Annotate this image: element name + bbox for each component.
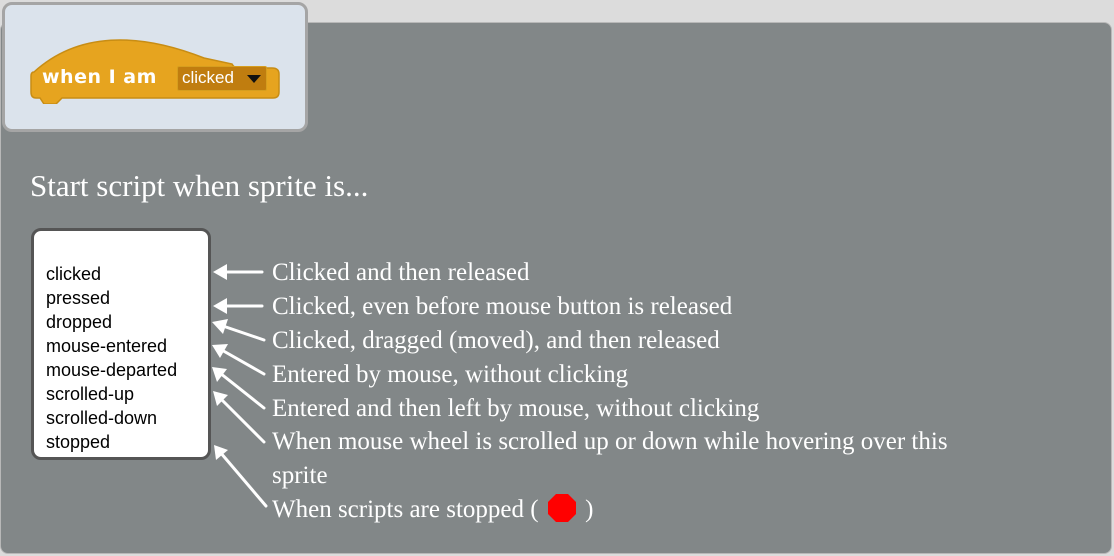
connector-arrows — [212, 264, 268, 508]
description-stopped-text: When scripts are stopped ( — [272, 496, 539, 523]
description-dropped: Clicked, dragged (moved), and then relea… — [272, 327, 720, 354]
arrow-icon — [213, 264, 264, 280]
description-mouse-departed: Entered and then left by mouse, without … — [272, 395, 760, 422]
arrow-icon — [214, 445, 268, 508]
description-pressed: Clicked, even before mouse button is rel… — [272, 293, 733, 320]
description-stopped-close: ) — [585, 496, 594, 523]
stop-sign-icon — [547, 494, 576, 522]
arrow-icon — [213, 298, 264, 314]
description-mouse-entered: Entered by mouse, without clicking — [272, 361, 629, 388]
arrow-icon — [213, 391, 266, 444]
arrow-icon — [212, 319, 266, 342]
description-clicked: Clicked and then released — [272, 259, 530, 286]
description-stopped: When scripts are stopped ( ) — [272, 493, 593, 527]
description-scrolled: When mouse wheel is scrolled up or down … — [272, 428, 948, 455]
description-scrolled-continued: sprite — [272, 462, 328, 489]
